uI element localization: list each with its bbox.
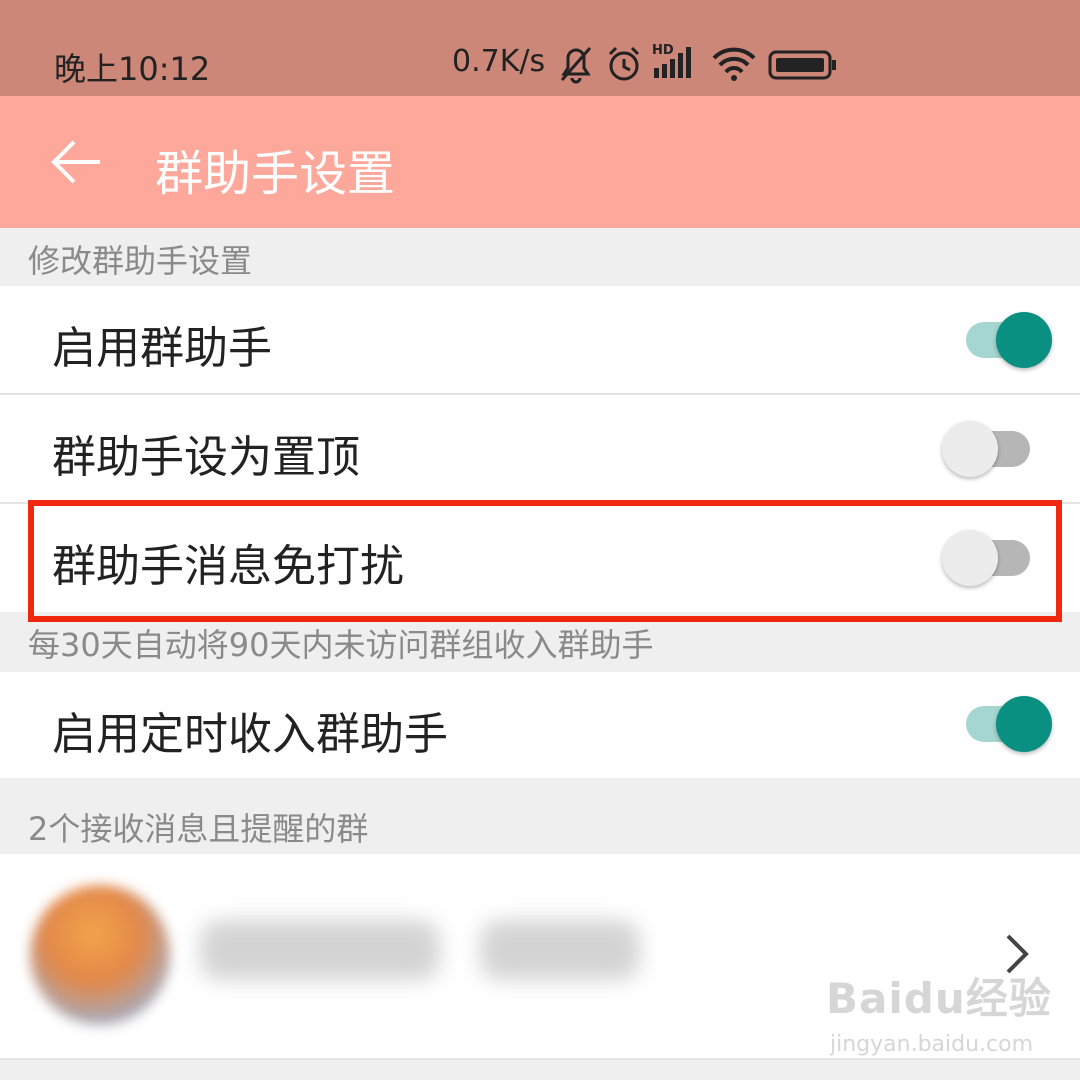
- network-speed: 0.7K/s: [452, 44, 546, 79]
- bell-off-icon: [560, 47, 592, 84]
- section-header-auto-archive: 每30天自动将90天内未访问群组收入群助手: [28, 626, 654, 664]
- page-title: 群助手设置: [155, 146, 396, 202]
- app-bar: 群助手设置: [0, 96, 1080, 228]
- pin-top-toggle[interactable]: [942, 421, 1040, 477]
- battery-icon: [768, 50, 836, 80]
- cellular-signal-icon: HD: [652, 43, 691, 78]
- signal-hd-label: HD: [652, 43, 674, 58]
- alarm-icon: [608, 46, 640, 81]
- divider: [0, 1058, 1080, 1060]
- baidu-watermark: Baidu经验: [826, 974, 1052, 1023]
- setting-label: 启用定时收入群助手: [52, 709, 448, 760]
- toggle-knob: [996, 312, 1052, 368]
- setting-row-pin-top[interactable]: 群助手设为置顶: [0, 395, 1080, 503]
- watermark-url: jingyan.baidu.com: [830, 1032, 1034, 1057]
- setting-label: 群助手设为置顶: [52, 432, 360, 483]
- section-header-settings: 修改群助手设置: [28, 242, 253, 280]
- wifi-icon: [712, 47, 756, 81]
- status-time: 晚上10:12: [54, 50, 211, 88]
- setting-row-enable-assistant[interactable]: 启用群助手: [0, 286, 1080, 394]
- section-header-groups: 2个接收消息且提醒的群: [28, 810, 369, 848]
- toggle-knob: [996, 696, 1052, 752]
- highlight-box: [28, 500, 1062, 622]
- setting-label: 启用群助手: [52, 323, 272, 374]
- setting-row-scheduled-archive[interactable]: 启用定时收入群助手: [0, 672, 1080, 778]
- arrow-left-icon[interactable]: [48, 134, 108, 190]
- scheduled-archive-toggle[interactable]: [956, 696, 1052, 752]
- group-avatar: [30, 885, 170, 1025]
- toggle-knob: [942, 421, 998, 477]
- blurred-group-name: [200, 920, 440, 980]
- blurred-group-name: [480, 920, 640, 980]
- enable-assistant-toggle[interactable]: [956, 312, 1052, 368]
- status-bar: 晚上10:12 0.7K/s HD: [0, 0, 1080, 96]
